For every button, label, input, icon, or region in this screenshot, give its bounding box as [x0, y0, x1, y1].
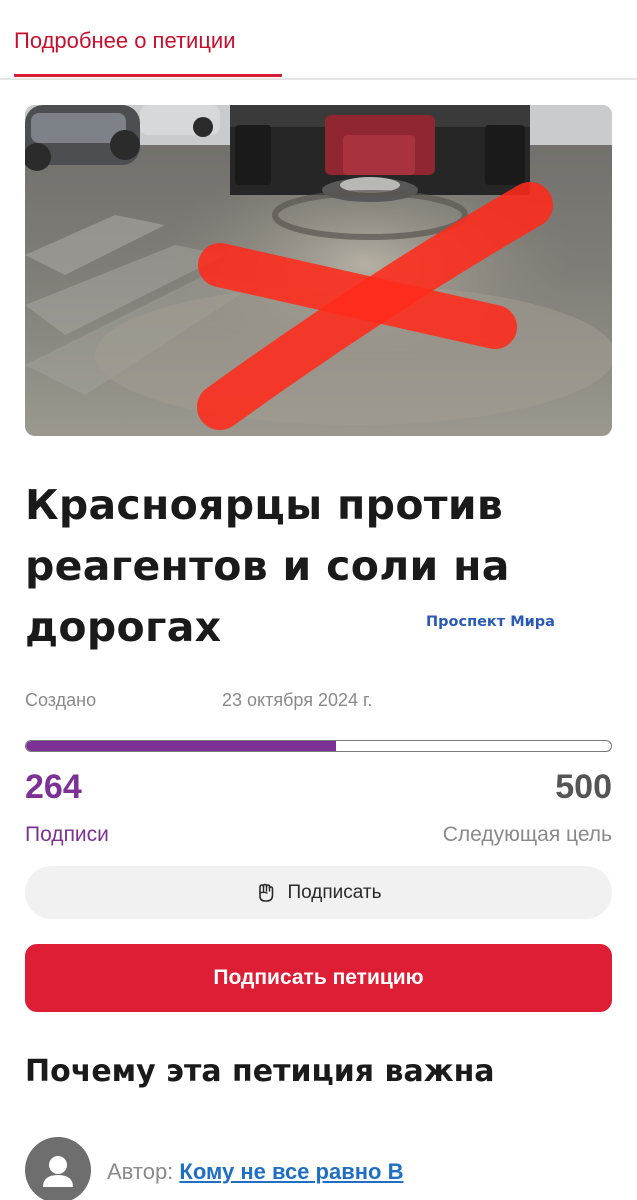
author-line: Автор: Кому не все равно В [107, 1159, 403, 1185]
created-label: Создано [25, 690, 97, 710]
raised-fist-icon [255, 882, 277, 904]
sign-button-secondary-label: Подписать [287, 881, 382, 903]
signature-goal: 500 [555, 768, 612, 806]
active-tab-indicator [14, 74, 282, 77]
source-watermark: Проспект Мира [426, 614, 555, 630]
signature-goal-label: Следующая цель [442, 823, 612, 846]
tab-bar: Подробнее о петиции [0, 0, 637, 80]
sign-petition-button[interactable]: Подписать петицию [25, 944, 612, 1012]
petition-image [25, 105, 612, 436]
petition-title: Красноярцы против реагентов и соли на до… [25, 481, 510, 651]
author-prefix: Автор: [107, 1159, 174, 1184]
author-name-link[interactable]: Кому не все равно В [179, 1159, 403, 1184]
section-heading-why-important: Почему эта петиция важна [25, 1054, 495, 1089]
signature-count: 264 [25, 768, 82, 806]
signature-progress-fill [26, 741, 337, 751]
tab-petition-details[interactable]: Подробнее о петиции [14, 28, 236, 54]
salt-truck-photo [25, 105, 612, 436]
person-icon [43, 1156, 73, 1187]
sign-button-secondary[interactable]: Подписать [25, 866, 612, 919]
created-date: 23 октября 2024 г. [222, 690, 373, 710]
author-avatar [25, 1137, 91, 1200]
signature-count-label: Подписи [25, 823, 109, 846]
signature-progress-bar [25, 740, 612, 752]
